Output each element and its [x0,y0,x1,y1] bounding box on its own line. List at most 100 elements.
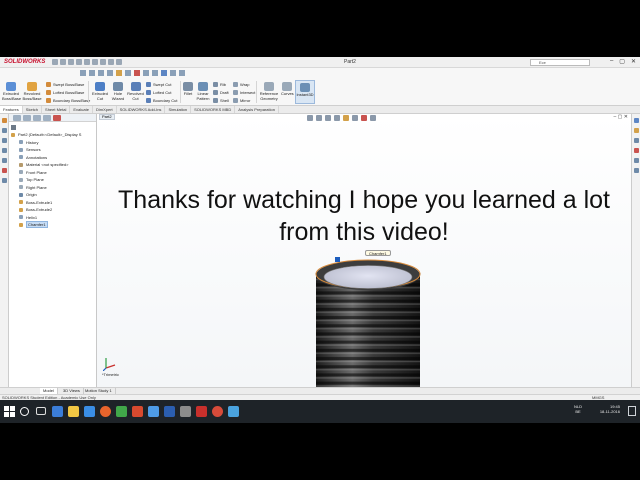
draft-button[interactable]: Draft [213,90,229,96]
edge-browser-icon[interactable] [52,406,63,417]
notification-center-icon[interactable] [628,406,636,416]
tab-simulation[interactable]: Simulation [165,106,192,113]
feature-tree-tab-icon[interactable] [13,115,21,121]
home-icon[interactable] [52,59,58,65]
media-player-icon[interactable] [180,406,191,417]
custom-properties-icon[interactable] [634,168,639,173]
tab-sheet-metal[interactable]: Sheet Metal [42,106,71,113]
windows-start-icon[interactable] [4,406,15,417]
solidworks-logo[interactable]: SOLIDWORKS [4,59,45,65]
lofted-cut-button[interactable]: Lofted Cut [146,90,171,96]
close-button[interactable]: ✕ [631,58,636,65]
linear-pattern-button[interactable]: Linear Pattern [195,82,211,101]
excel-icon[interactable] [116,406,127,417]
sketch-icon[interactable] [2,118,7,123]
shell-button[interactable]: Shell [213,98,229,104]
boundary-cut-button[interactable]: Boundary Cut [146,98,177,104]
system-clock[interactable]: 19:45 18-11-2016 [590,404,620,414]
smart-dimension-icon[interactable] [2,128,7,133]
lofted-boss-button[interactable]: Lofted Boss/Base [46,90,84,96]
graphics-area[interactable]: Part2 – ▢ ✕ Thanks for watching I hope y… [97,114,631,387]
appearances-icon[interactable] [634,158,639,163]
hide-show-icon[interactable] [161,70,167,76]
record-icon[interactable] [212,406,223,417]
task-view-icon[interactable] [36,407,46,415]
tab-analysis-preparation[interactable]: Analysis Preparation [235,106,279,113]
cortana-search-icon[interactable] [20,407,29,416]
tab-sketch[interactable]: Sketch [23,106,43,113]
tree-item-right-plane[interactable]: Right Plane [11,184,95,192]
tree-item-front-plane[interactable]: Front Plane [11,169,95,177]
word-icon[interactable] [164,406,175,417]
zoom-area-icon[interactable] [89,70,95,76]
tree-root[interactable]: Part2 (Default<<Default>_Display S [11,131,95,139]
print-icon[interactable] [84,59,90,65]
app-icon[interactable] [228,406,239,417]
circle-icon[interactable] [2,158,7,163]
revolved-boss-button[interactable]: Revolved Boss/Base [22,82,42,101]
tab-dimxpert[interactable]: DimXpert [93,106,117,113]
boundary-boss-button[interactable]: Boundary Boss/Base [46,98,90,104]
tree-item-helix1[interactable]: Helix1 [11,214,95,222]
swept-boss-button[interactable]: Swept Boss/Base [46,82,84,88]
zoom-fit-icon[interactable] [80,70,86,76]
select-icon[interactable] [100,59,106,65]
swept-cut-button[interactable]: Swept Cut [146,82,171,88]
view-orientation-icon[interactable] [116,70,122,76]
design-library-icon[interactable] [634,128,639,133]
new-file-icon[interactable] [60,59,66,65]
mail-icon[interactable] [148,406,159,417]
options-icon[interactable] [116,59,122,65]
property-manager-tab-icon[interactable] [23,115,31,121]
reference-geometry-button[interactable]: Reference Geometry [258,82,280,101]
tab-features[interactable]: Features [0,106,23,113]
open-file-icon[interactable] [68,59,74,65]
line-icon[interactable] [2,138,7,143]
solidworks-taskbar-icon[interactable] [196,406,207,417]
rotate-icon[interactable] [179,70,185,76]
save-icon[interactable] [76,59,82,65]
powerpoint-icon[interactable] [132,406,143,417]
extruded-cut-button[interactable]: Extruded Cut [91,82,109,101]
configuration-tab-icon[interactable] [33,115,41,121]
tree-item-origin[interactable]: Origin [11,191,95,199]
tab-addins[interactable]: SOLIDWORKS Add-Ins [117,106,166,113]
scene-icon[interactable] [143,70,149,76]
fillet-button[interactable]: Fillet [182,82,194,97]
filter-icon[interactable] [11,125,16,130]
resources-icon[interactable] [634,118,639,123]
mirror-button[interactable]: Mirror [233,98,250,104]
tree-item-annotations[interactable]: Annotations [11,154,95,162]
firefox-icon[interactable] [100,406,111,417]
rebuild-icon[interactable] [108,59,114,65]
instant3d-button[interactable]: Instant3D [295,80,315,104]
language-indicator[interactable]: NLD BE [574,404,582,414]
rib-button[interactable]: Rib [213,82,226,88]
file-explorer-icon[interactable] [634,138,639,143]
tree-item-boss-extrude2[interactable]: Boss-Extrude2 [11,206,95,214]
file-explorer-taskbar-icon[interactable] [68,406,79,417]
tree-item-material[interactable]: Material <not specified> [11,161,95,169]
tree-item-boss-extrude1[interactable]: Boss-Extrude1 [11,199,95,207]
cylinder-top-face[interactable] [323,265,413,289]
minimize-button[interactable]: – [610,58,613,65]
display-style-icon[interactable] [125,70,131,76]
display-manager-tab-icon[interactable] [53,115,61,121]
trim-icon[interactable] [2,168,7,173]
offset-icon[interactable] [2,178,7,183]
maximize-button[interactable]: ▢ [619,58,625,65]
revolved-cut-button[interactable]: Revolved Cut [127,82,144,101]
appearance-icon[interactable] [134,70,140,76]
tab-mbd[interactable]: SOLIDWORKS MBD [191,106,236,113]
store-icon[interactable] [84,406,95,417]
model-render[interactable] [97,114,631,387]
curves-button[interactable]: Curves [281,82,294,97]
dimxpert-tab-icon[interactable] [43,115,51,121]
wrap-button[interactable]: Wrap [233,82,249,88]
tree-item-sensors[interactable]: Sensors [11,146,95,154]
view-palette-icon[interactable] [634,148,639,153]
previous-view-icon[interactable] [98,70,104,76]
tab-evaluate[interactable]: Evaluate [70,106,93,113]
tree-item-top-plane[interactable]: Top Plane [11,176,95,184]
intersect-button[interactable]: Intersect [233,90,255,96]
